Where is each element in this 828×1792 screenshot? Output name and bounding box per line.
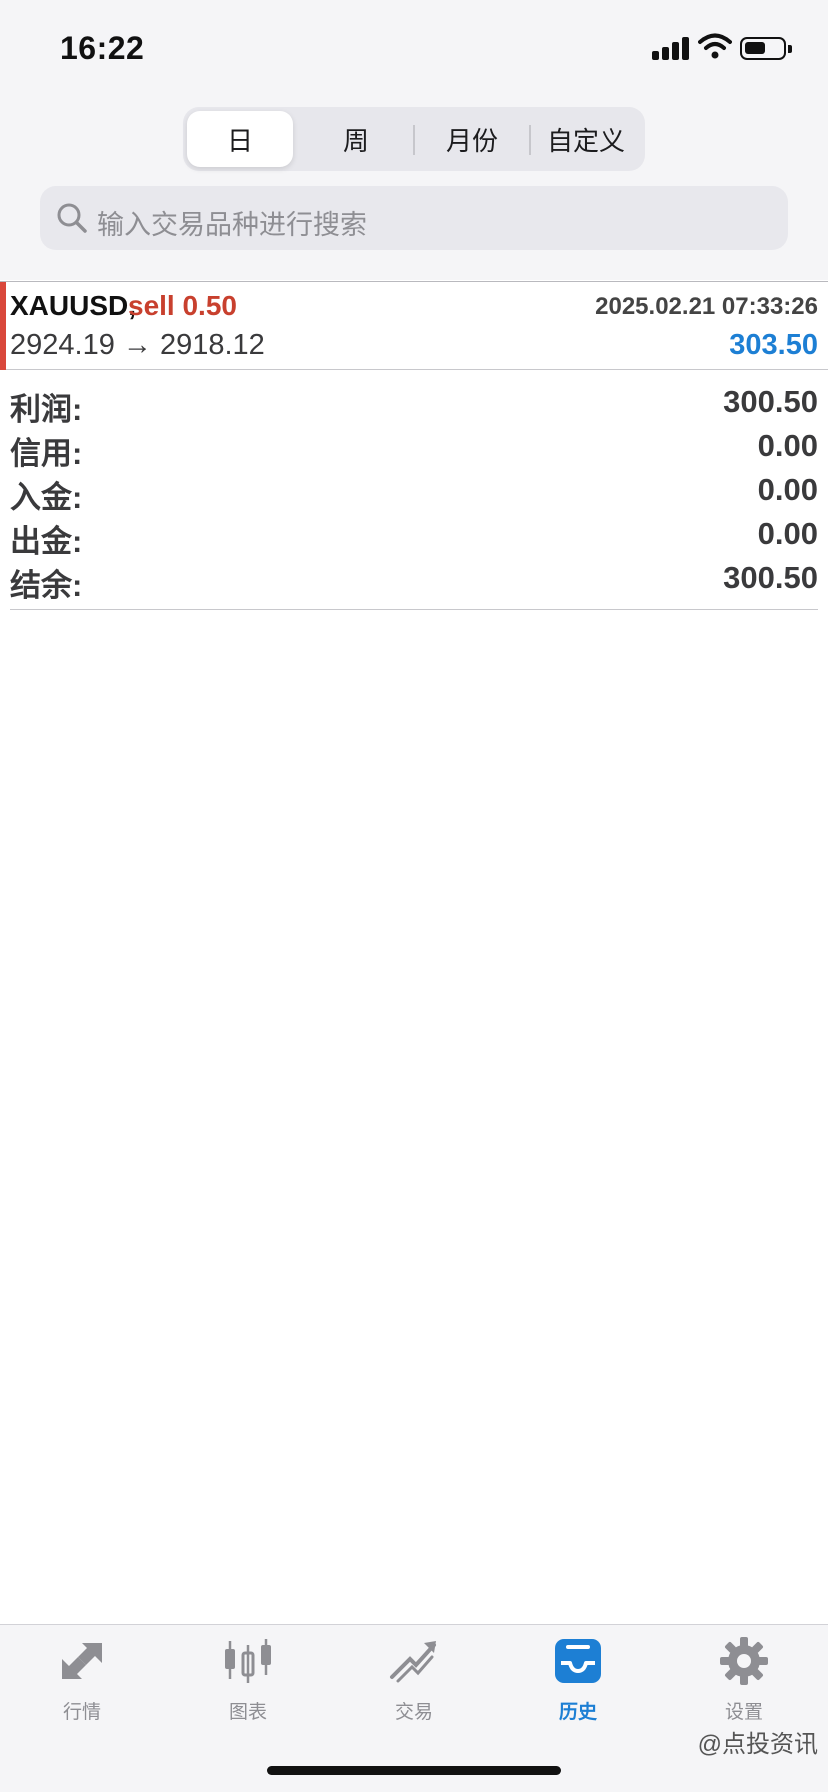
account-summary: 利润: 300.50 信用: 0.00 入金: 0.00 出金: 0.00 结余… <box>10 374 818 610</box>
period-segmented-control: 日 周 月份 自定义 <box>183 107 645 171</box>
summary-value: 0.00 <box>757 516 818 551</box>
cellular-signal-icon <box>652 36 692 60</box>
tabbar-label: 设置 <box>724 1702 763 1723</box>
history-inbox-icon <box>555 1639 601 1683</box>
summary-label: 结余: <box>10 568 83 603</box>
summary-row-balance: 结余: 300.50 <box>10 560 818 604</box>
summary-value: 0.00 <box>757 428 818 463</box>
status-time: 16:22 <box>60 30 145 66</box>
summary-row-credit: 信用: 0.00 <box>10 428 818 472</box>
gear-icon <box>720 1637 768 1685</box>
trade-prices: 2924.19 → 2918.12 <box>10 329 265 361</box>
summary-value: 300.50 <box>723 560 818 595</box>
tabbar-item-settings[interactable]: 设置 <box>684 1635 804 1735</box>
summary-value: 300.50 <box>723 384 818 419</box>
symbol-search-input[interactable]: 输入交易品种进行搜索 <box>40 186 788 250</box>
tabbar-item-charts[interactable]: 图表 <box>188 1635 308 1735</box>
summary-label: 出金: <box>10 524 83 559</box>
trade-profit: 303.50 <box>729 329 818 361</box>
watermark: @点投资讯 <box>697 1731 818 1758</box>
summary-row-withdrawal: 出金: 0.00 <box>10 516 818 560</box>
battery-icon <box>740 37 792 60</box>
trade-trend-icon <box>390 1641 436 1683</box>
wifi-icon <box>698 33 732 59</box>
tabbar-label: 历史 <box>558 1702 597 1723</box>
tabbar-label: 行情 <box>62 1702 101 1723</box>
tab-custom[interactable]: 自定义 <box>531 111 641 167</box>
tabbar-item-trade[interactable]: 交易 <box>354 1635 474 1735</box>
status-bar: 16:22 <box>0 0 828 100</box>
summary-label: 信用: <box>10 436 83 471</box>
tabbar-item-quotes[interactable]: 行情 <box>22 1635 142 1735</box>
tab-week[interactable]: 周 <box>301 111 411 167</box>
search-icon <box>57 203 87 233</box>
trade-time: 2025.02.21 07:33:26 <box>595 293 818 320</box>
trade-symbol: XAUUSD, <box>10 290 137 321</box>
trade-side-volume: sell 0.50 <box>128 290 237 321</box>
search-placeholder: 输入交易品种进行搜索 <box>97 210 367 240</box>
tabbar-item-history[interactable]: 历史 <box>518 1635 638 1735</box>
segment-divider <box>413 125 415 155</box>
tab-month[interactable]: 月份 <box>416 111 528 167</box>
quotes-arrows-icon <box>62 1643 102 1679</box>
tabbar-label: 图表 <box>228 1702 267 1723</box>
summary-row-deposit: 入金: 0.00 <box>10 472 818 516</box>
sell-marker <box>0 282 6 370</box>
summary-label: 入金: <box>10 480 83 515</box>
candlestick-chart-icon <box>225 1639 271 1683</box>
tab-day[interactable]: 日 <box>187 111 293 167</box>
summary-label: 利润: <box>10 392 83 427</box>
summary-value: 0.00 <box>757 472 818 507</box>
summary-row-profit: 利润: 300.50 <box>10 384 818 428</box>
trade-history-row[interactable]: XAUUSD, sell 0.50 2025.02.21 07:33:26 29… <box>0 281 828 370</box>
home-indicator[interactable] <box>267 1766 561 1775</box>
tabbar-label: 交易 <box>394 1702 433 1723</box>
